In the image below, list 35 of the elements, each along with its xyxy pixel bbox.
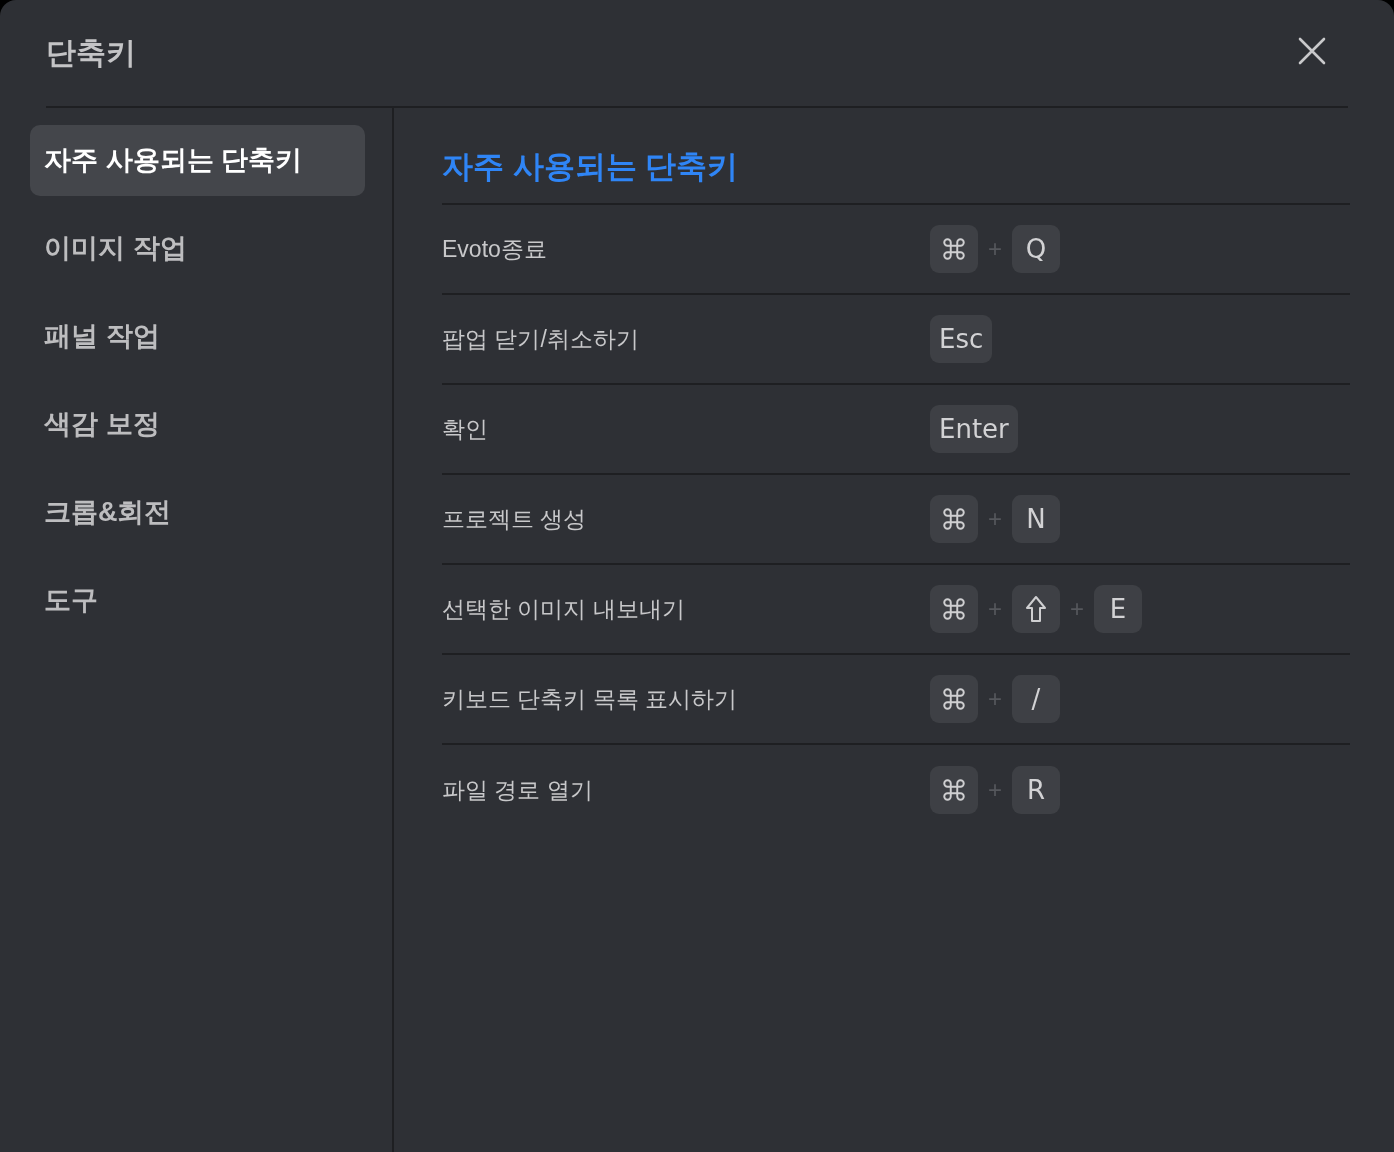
key-label: / [1012, 675, 1060, 723]
command-icon [941, 777, 967, 803]
key-label: Enter [930, 405, 1018, 453]
key-label: Esc [930, 315, 993, 363]
plus-sign: + [987, 504, 1003, 534]
sidebar-item[interactable]: 이미지 작업 [30, 213, 365, 284]
command-icon [941, 506, 967, 532]
plus-sign: + [987, 775, 1003, 805]
command-icon [941, 686, 967, 712]
sidebar-item[interactable]: 색감 보정 [30, 389, 365, 460]
command-icon [941, 236, 967, 262]
plus-sign: + [1069, 594, 1085, 624]
key-label: Q [1012, 225, 1060, 273]
plus-sign: + [987, 594, 1003, 624]
command-icon [941, 596, 967, 622]
sidebar-item[interactable]: 크롭&회전 [30, 477, 365, 548]
shortcut-label: 팝업 닫기/취소하기 [442, 324, 640, 354]
shortcut-label: 확인 [442, 414, 489, 444]
key-label: N [1012, 495, 1060, 543]
shortcut-label: 선택한 이미지 내보내기 [442, 594, 686, 624]
sidebar-item[interactable]: 자주 사용되는 단축키 [30, 125, 365, 196]
shortcut-label: 키보드 단축키 목록 표시하기 [442, 684, 739, 714]
sidebar-item[interactable]: 도구 [30, 565, 365, 636]
sidebar-item[interactable]: 패널 작업 [30, 301, 365, 372]
section-heading: 자주 사용되는 단축키 [442, 147, 739, 186]
shift-arrow-icon [1025, 595, 1047, 623]
key-label: E [1094, 585, 1142, 633]
dialog-title: 단축키 [46, 34, 136, 71]
shortcut-label: Evoto종료 [442, 234, 548, 264]
shortcut-label: 파일 경로 열기 [442, 775, 594, 805]
plus-sign: + [987, 234, 1003, 264]
key-label: R [1012, 766, 1060, 814]
close-icon [1298, 37, 1326, 65]
shortcut-label: 프로젝트 생성 [442, 504, 588, 534]
plus-sign: + [987, 684, 1003, 714]
